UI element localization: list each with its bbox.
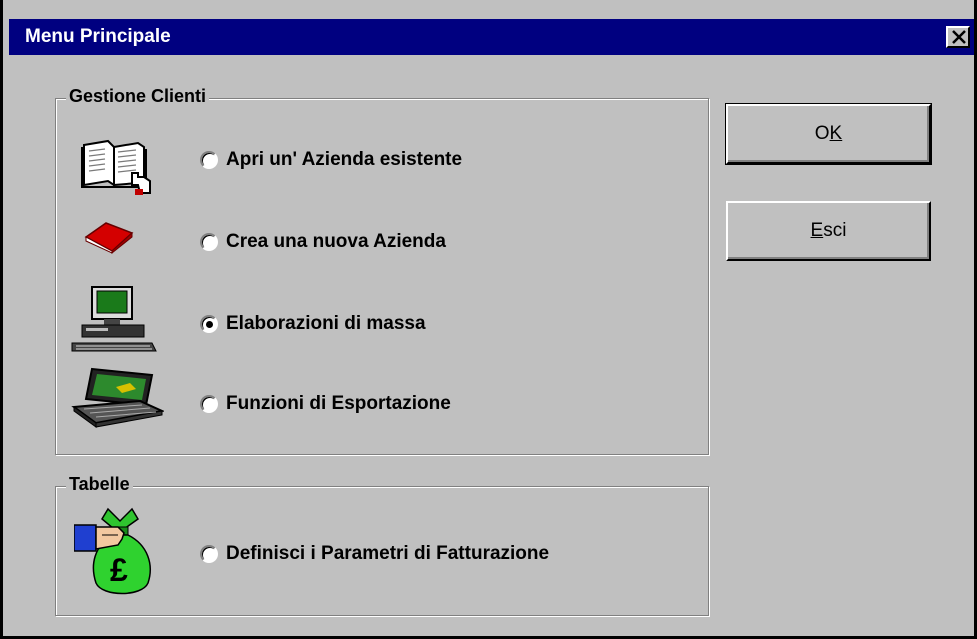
dialog-window: Menu Principale Gestione Clienti Apri un… bbox=[0, 0, 977, 639]
laptop-icon bbox=[71, 367, 164, 428]
gestione-clienti-group: Gestione Clienti Apri un' Azienda esiste… bbox=[55, 86, 709, 455]
radio-button[interactable] bbox=[200, 151, 218, 169]
radio-option-parametri-fatturazione[interactable]: Definisci i Parametri di Fatturazione bbox=[200, 541, 549, 567]
radio-button[interactable] bbox=[200, 545, 218, 563]
svg-text:£: £ bbox=[110, 552, 128, 588]
option-label: Funzioni di Esportazione bbox=[226, 393, 451, 414]
radio-button-selected[interactable] bbox=[200, 315, 218, 333]
open-book-icon bbox=[81, 139, 151, 195]
radio-option-crea-azienda[interactable]: Crea una nuova Azienda bbox=[200, 229, 446, 255]
close-button[interactable] bbox=[946, 26, 970, 48]
radio-option-esportazione[interactable]: Funzioni di Esportazione bbox=[200, 391, 451, 417]
option-label: Crea una nuova Azienda bbox=[226, 231, 446, 252]
group-title-tabelle: Tabelle bbox=[66, 474, 133, 495]
radio-button[interactable] bbox=[200, 395, 218, 413]
option-label: Elaborazioni di massa bbox=[226, 313, 426, 334]
option-label: Apri un' Azienda esistente bbox=[226, 149, 463, 170]
ok-button[interactable]: OK bbox=[725, 103, 932, 165]
esci-button[interactable]: Esci bbox=[726, 201, 931, 261]
option-label: Definisci i Parametri di Fatturazione bbox=[226, 543, 550, 564]
ok-button-label: OK bbox=[814, 123, 843, 144]
money-bag-icon: £ bbox=[74, 507, 151, 595]
window-title: Menu Principale bbox=[25, 26, 171, 47]
desktop-computer-icon bbox=[71, 286, 157, 352]
group-title-gestione-clienti: Gestione Clienti bbox=[66, 86, 210, 107]
tabelle-group: Tabelle £ Definisci i Parametri di Fattu… bbox=[55, 474, 709, 616]
radio-option-apri-azienda[interactable]: Apri un' Azienda esistente bbox=[200, 147, 462, 173]
radio-button[interactable] bbox=[200, 233, 218, 251]
radio-option-elaborazioni[interactable]: Elaborazioni di massa bbox=[200, 311, 426, 337]
red-book-icon bbox=[84, 222, 134, 255]
title-bar[interactable]: Menu Principale bbox=[9, 19, 974, 55]
esci-button-label: Esci bbox=[810, 220, 847, 241]
close-icon bbox=[952, 30, 966, 44]
